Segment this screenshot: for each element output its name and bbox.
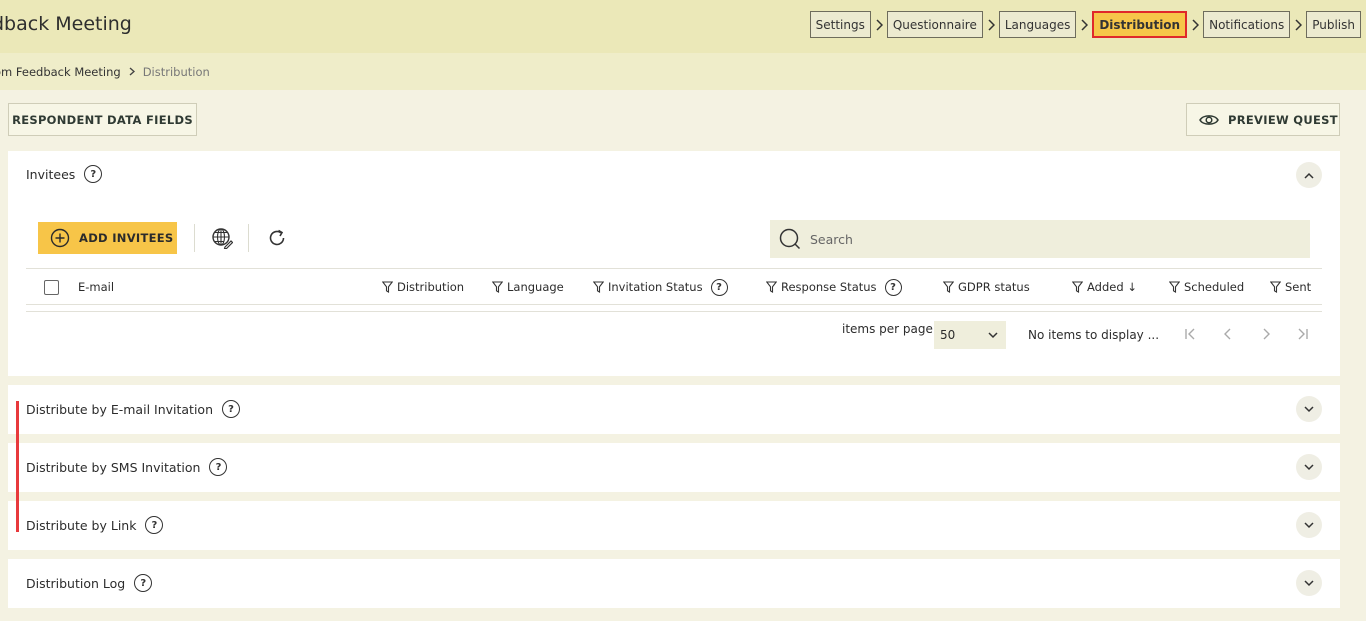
chevron-right-icon	[1076, 18, 1092, 31]
chevron-right-icon	[129, 67, 135, 76]
chevron-right-icon	[1290, 18, 1306, 31]
distribution-log-panel: Distribution Log ?	[8, 559, 1340, 608]
distribute-email-header[interactable]: Distribute by E-mail Invitation ?	[26, 400, 240, 418]
column-gdpr-status[interactable]: GDPR status	[943, 269, 1030, 305]
distribute-sms-panel: Distribute by SMS Invitation ?	[8, 443, 1340, 492]
preview-button[interactable]: PREVIEW QUEST	[1186, 103, 1340, 136]
distribute-link-header[interactable]: Distribute by Link ?	[26, 516, 164, 534]
step-notifications[interactable]: Notifications	[1203, 11, 1291, 38]
help-icon[interactable]: ?	[222, 400, 240, 418]
add-invitees-label: ADD INVITEES	[79, 231, 174, 245]
column-invitation-status[interactable]: Invitation Status ?	[593, 269, 728, 305]
step-questionnaire[interactable]: Questionnaire	[886, 11, 983, 38]
filter-icon[interactable]	[382, 281, 393, 293]
chevron-right-icon	[871, 18, 887, 31]
page-title: dback Meeting	[0, 13, 132, 35]
chevron-right-icon	[1187, 18, 1203, 31]
toolbar-divider	[194, 224, 195, 252]
step-settings[interactable]: Settings	[809, 11, 871, 38]
invitees-header[interactable]: Invitees ?	[26, 165, 103, 183]
filter-icon[interactable]	[943, 281, 954, 293]
chevron-down-icon[interactable]	[1296, 512, 1322, 538]
invitees-table-header: E-mail Distribution Language Invitation …	[26, 268, 1322, 305]
items-per-page-select[interactable]: 50	[934, 321, 1006, 349]
first-page-icon[interactable]	[1182, 326, 1198, 342]
table-divider	[26, 311, 1322, 312]
chevron-down-icon[interactable]	[1296, 570, 1322, 596]
distribute-sms-header[interactable]: Distribute by SMS Invitation ?	[26, 458, 228, 476]
eye-icon	[1199, 113, 1219, 127]
grid-edit-icon[interactable]	[211, 227, 233, 249]
toolbar-divider	[248, 224, 249, 252]
items-per-page-label: items per page	[842, 322, 933, 336]
filter-icon[interactable]	[1072, 281, 1083, 293]
column-scheduled[interactable]: Scheduled	[1169, 269, 1244, 305]
step-languages[interactable]: Languages	[998, 11, 1077, 38]
filter-icon[interactable]	[1270, 281, 1281, 293]
help-icon[interactable]: ?	[710, 278, 728, 296]
chevron-down-icon	[988, 331, 998, 339]
invitees-panel: Invitees ? ADD INVITEES Search E-mail Di…	[8, 151, 1340, 376]
help-icon[interactable]: ?	[209, 458, 228, 476]
chevron-down-icon[interactable]	[1296, 396, 1322, 422]
help-icon[interactable]: ?	[84, 165, 103, 183]
help-icon[interactable]: ?	[134, 574, 153, 592]
no-items-text: No items to display ...	[1028, 328, 1160, 342]
search-input[interactable]: Search	[770, 220, 1310, 258]
column-language[interactable]: Language	[492, 269, 564, 305]
chevron-right-icon	[983, 18, 999, 31]
preview-label: PREVIEW QUEST	[1228, 112, 1338, 127]
search-placeholder: Search	[810, 231, 853, 247]
search-icon	[779, 228, 801, 250]
highlight-marker	[16, 401, 19, 532]
distribution-log-header[interactable]: Distribution Log ?	[26, 574, 153, 592]
prev-page-icon[interactable]	[1220, 326, 1236, 342]
respondent-data-fields-button[interactable]: RESPONDENT DATA FIELDS	[8, 103, 197, 136]
breadcrumb-current: Distribution	[142, 64, 210, 79]
last-page-icon[interactable]	[1295, 326, 1311, 342]
add-invitees-button[interactable]: ADD INVITEES	[38, 222, 177, 254]
breadcrumb-parent[interactable]: om Feedback Meeting	[0, 65, 121, 79]
column-email[interactable]: E-mail	[78, 269, 114, 305]
step-distribution[interactable]: Distribution	[1092, 11, 1188, 38]
column-sent[interactable]: Sent	[1270, 269, 1311, 305]
distribute-link-panel: Distribute by Link ?	[8, 501, 1340, 550]
filter-icon[interactable]	[492, 281, 503, 293]
step-publish[interactable]: Publish	[1306, 11, 1361, 38]
section-title: Distribute by SMS Invitation	[26, 459, 201, 475]
invitees-title: Invitees	[26, 166, 76, 182]
filter-icon[interactable]	[593, 281, 604, 293]
wizard-steps: Settings Questionnaire Languages Distrib…	[809, 11, 1361, 38]
column-distribution[interactable]: Distribution	[382, 269, 464, 305]
select-all-checkbox[interactable]	[44, 280, 59, 295]
column-response-status[interactable]: Response Status ?	[766, 269, 902, 305]
section-title: Distribute by Link	[26, 517, 137, 533]
items-per-page-value: 50	[940, 328, 956, 342]
chevron-down-icon[interactable]	[1296, 454, 1322, 480]
plus-circle-icon	[50, 228, 70, 248]
column-added[interactable]: Added ↓	[1072, 269, 1137, 305]
chevron-up-icon[interactable]	[1296, 162, 1322, 188]
section-title: Distribute by E-mail Invitation	[26, 401, 213, 417]
help-icon[interactable]: ?	[145, 516, 164, 534]
filter-icon[interactable]	[766, 281, 777, 293]
filter-icon[interactable]	[1169, 281, 1180, 293]
breadcrumb: om Feedback Meeting Distribution	[0, 53, 1366, 90]
next-page-icon[interactable]	[1258, 326, 1274, 342]
distribute-email-panel: Distribute by E-mail Invitation ?	[8, 385, 1340, 434]
section-title: Distribution Log	[26, 575, 126, 591]
help-icon[interactable]: ?	[884, 278, 902, 296]
app-header: dback Meeting Settings Questionnaire Lan…	[0, 0, 1366, 53]
refresh-icon[interactable]	[266, 227, 288, 249]
